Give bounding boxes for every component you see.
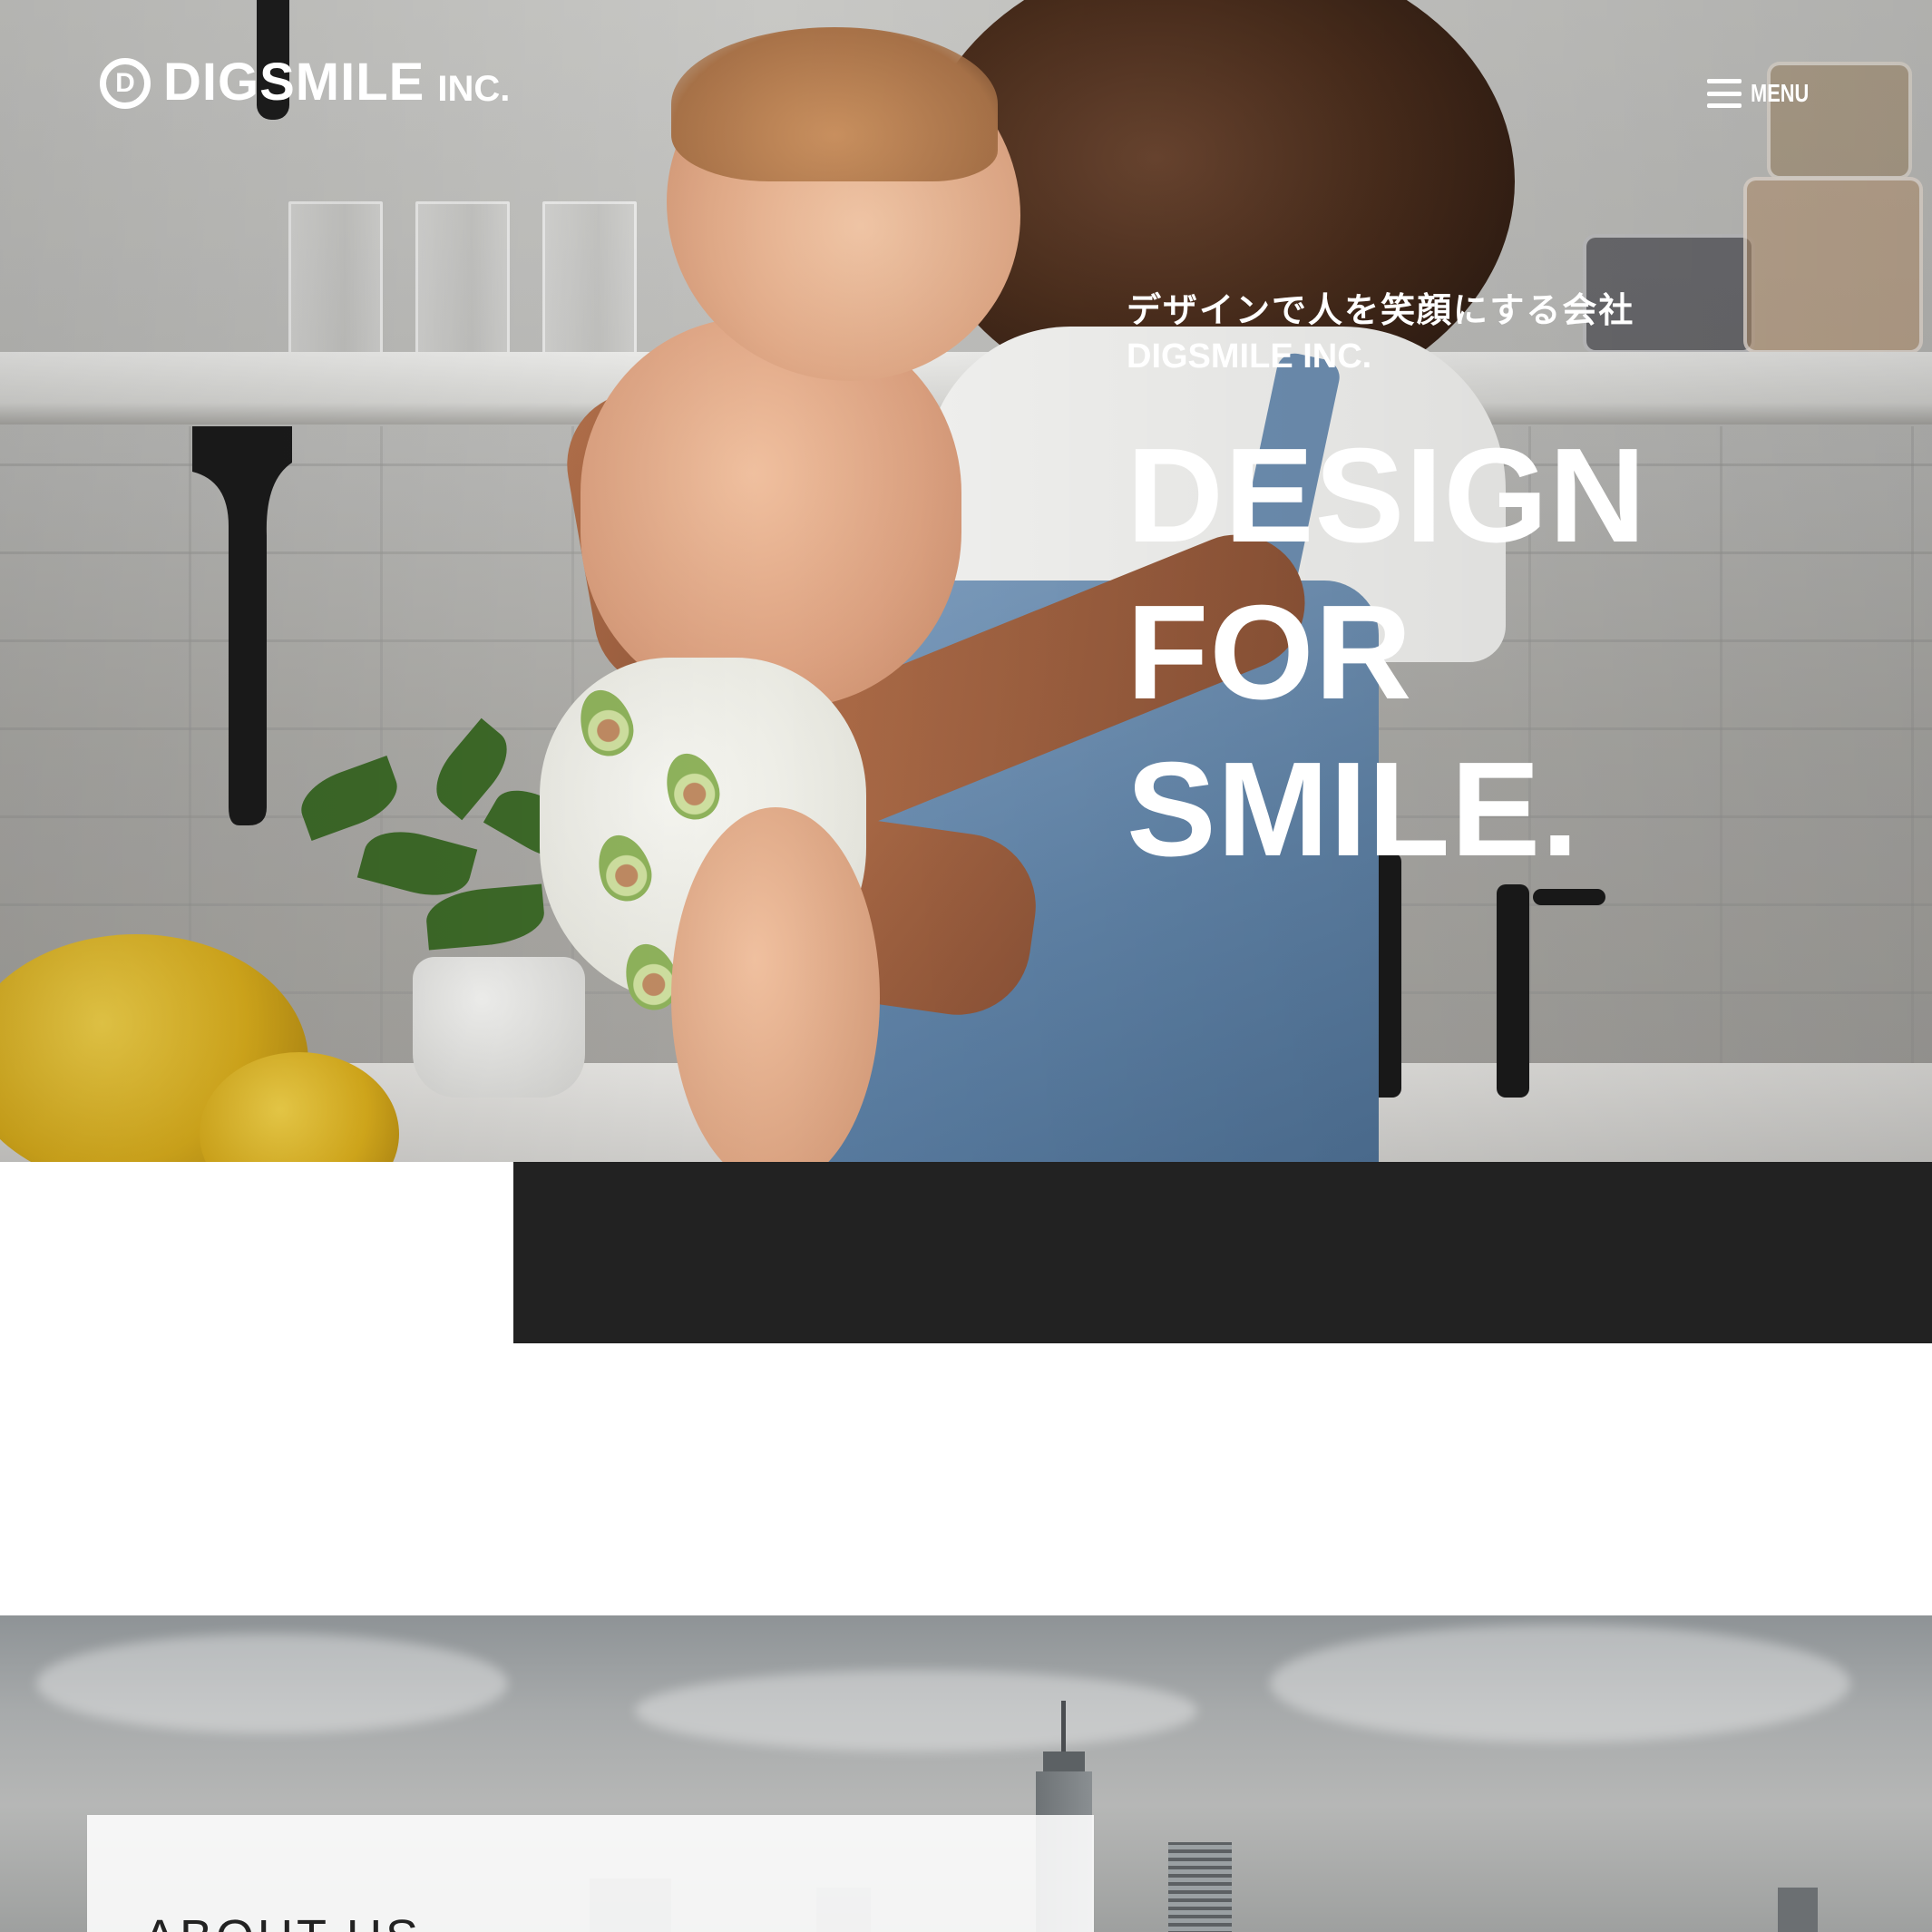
hamburger-menu-icon — [1707, 76, 1742, 111]
logo-name: DIGSMILE — [163, 53, 425, 112]
about-title: ABOUT US — [143, 1909, 422, 1932]
logo-suffix: INC. — [437, 69, 511, 109]
headline-line-3: SMILE. — [1127, 735, 1580, 884]
headline-line-1: DESIGN — [1127, 421, 1647, 571]
hero-copy: デザインで人を笑顔にする会社 DIGSMILE INC. DESIGN FOR … — [1127, 288, 1646, 888]
building — [1778, 1888, 1818, 1932]
logo-mark-icon: D — [100, 58, 151, 109]
building — [1168, 1842, 1232, 1932]
cloud — [1270, 1625, 1850, 1742]
cloud — [635, 1670, 1197, 1751]
menu-button[interactable]: MENU — [1707, 76, 1825, 111]
tagline-japanese: デザインで人を笑顔にする会社 — [1127, 290, 1635, 330]
cloud — [36, 1634, 508, 1733]
menu-label: MENU — [1751, 79, 1810, 107]
hero-headline: DESIGN FOR SMILE. — [1127, 417, 1646, 888]
tagline-english: DIGSMILE INC. — [1127, 337, 1372, 376]
headline-line-2: FOR — [1127, 578, 1413, 727]
hero-section: D DIGSMILE INC. MENU デザインで人を笑顔にする会社 DIGS… — [0, 0, 1932, 1162]
site-logo[interactable]: D DIGSMILE INC. — [100, 53, 510, 109]
dark-band — [513, 1162, 1932, 1343]
